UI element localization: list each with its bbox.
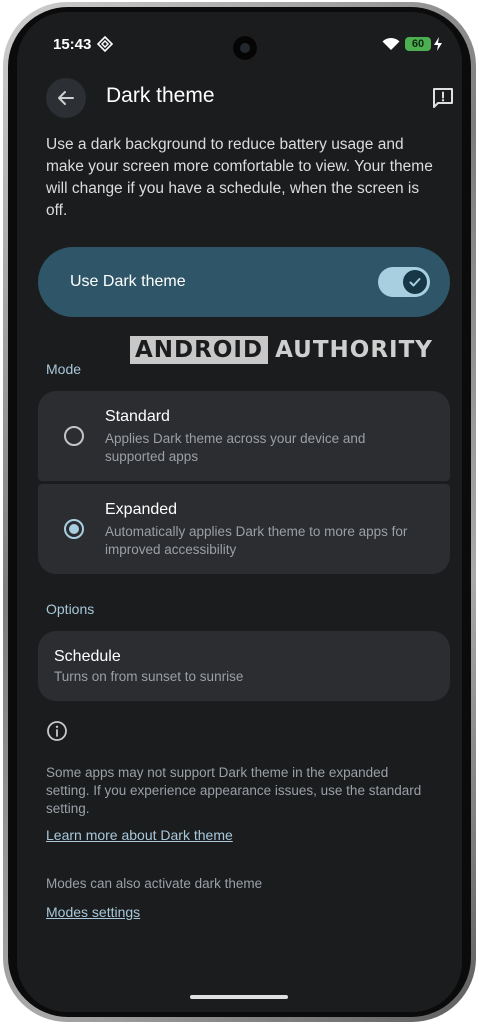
mode-option-expanded[interactable]: Expanded Automatically applies Dark them… (38, 484, 450, 574)
battery-icon: 60 (405, 37, 431, 51)
charging-bolt-icon (434, 37, 442, 51)
watermark-part1: ANDROID (130, 336, 269, 364)
mode-section-label: Mode (46, 361, 82, 377)
status-bar: 15:43 60 (17, 12, 460, 62)
info-text: Some apps may not support Dark theme in … (46, 765, 422, 816)
page-description: Use a dark background to reduce battery … (46, 136, 433, 219)
mode-option-subtitle: Automatically applies Dark theme to more… (105, 524, 408, 557)
radio-standard[interactable] (64, 426, 84, 446)
front-camera (231, 34, 259, 62)
use-dark-theme-toggle-row[interactable]: Use Dark theme (38, 247, 450, 317)
options-section-label: Options (46, 601, 95, 617)
watermark-part2: AUTHORITY (275, 337, 433, 363)
nfc-icon (97, 36, 113, 52)
check-icon (409, 278, 421, 287)
mode-option-title: Standard (105, 408, 170, 425)
mode-option-title: Expanded (105, 501, 178, 518)
modes-settings-link[interactable]: Modes settings (46, 904, 140, 920)
android-authority-watermark: ANDROID AUTHORITY (130, 336, 433, 364)
switch-thumb (403, 270, 427, 294)
modes-description: Modes can also activate dark theme (46, 876, 263, 891)
arrow-left-icon (58, 91, 74, 105)
wifi-icon (382, 37, 400, 50)
page-title: Dark theme (106, 84, 215, 107)
schedule-row[interactable]: Schedule Turns on from sunset to sunrise (38, 631, 450, 701)
schedule-title: Schedule (54, 648, 121, 665)
mode-option-subtitle: Applies Dark theme across your device an… (105, 431, 366, 464)
radio-expanded[interactable] (64, 519, 84, 539)
home-indicator[interactable] (190, 995, 288, 999)
info-icon (47, 721, 67, 741)
status-time: 15:43 (53, 36, 92, 53)
screen: 15:43 60 Dark theme Use a dark backgroun… (17, 12, 462, 1012)
learn-more-link[interactable]: Learn more about Dark theme (46, 827, 233, 843)
schedule-subtitle: Turns on from sunset to sunrise (54, 669, 244, 684)
use-dark-theme-label: Use Dark theme (70, 273, 186, 290)
back-button[interactable] (46, 78, 86, 118)
mode-option-standard[interactable]: Standard Applies Dark theme across your … (38, 391, 450, 481)
dark-theme-switch[interactable] (378, 267, 430, 297)
feedback-icon[interactable] (431, 86, 455, 110)
